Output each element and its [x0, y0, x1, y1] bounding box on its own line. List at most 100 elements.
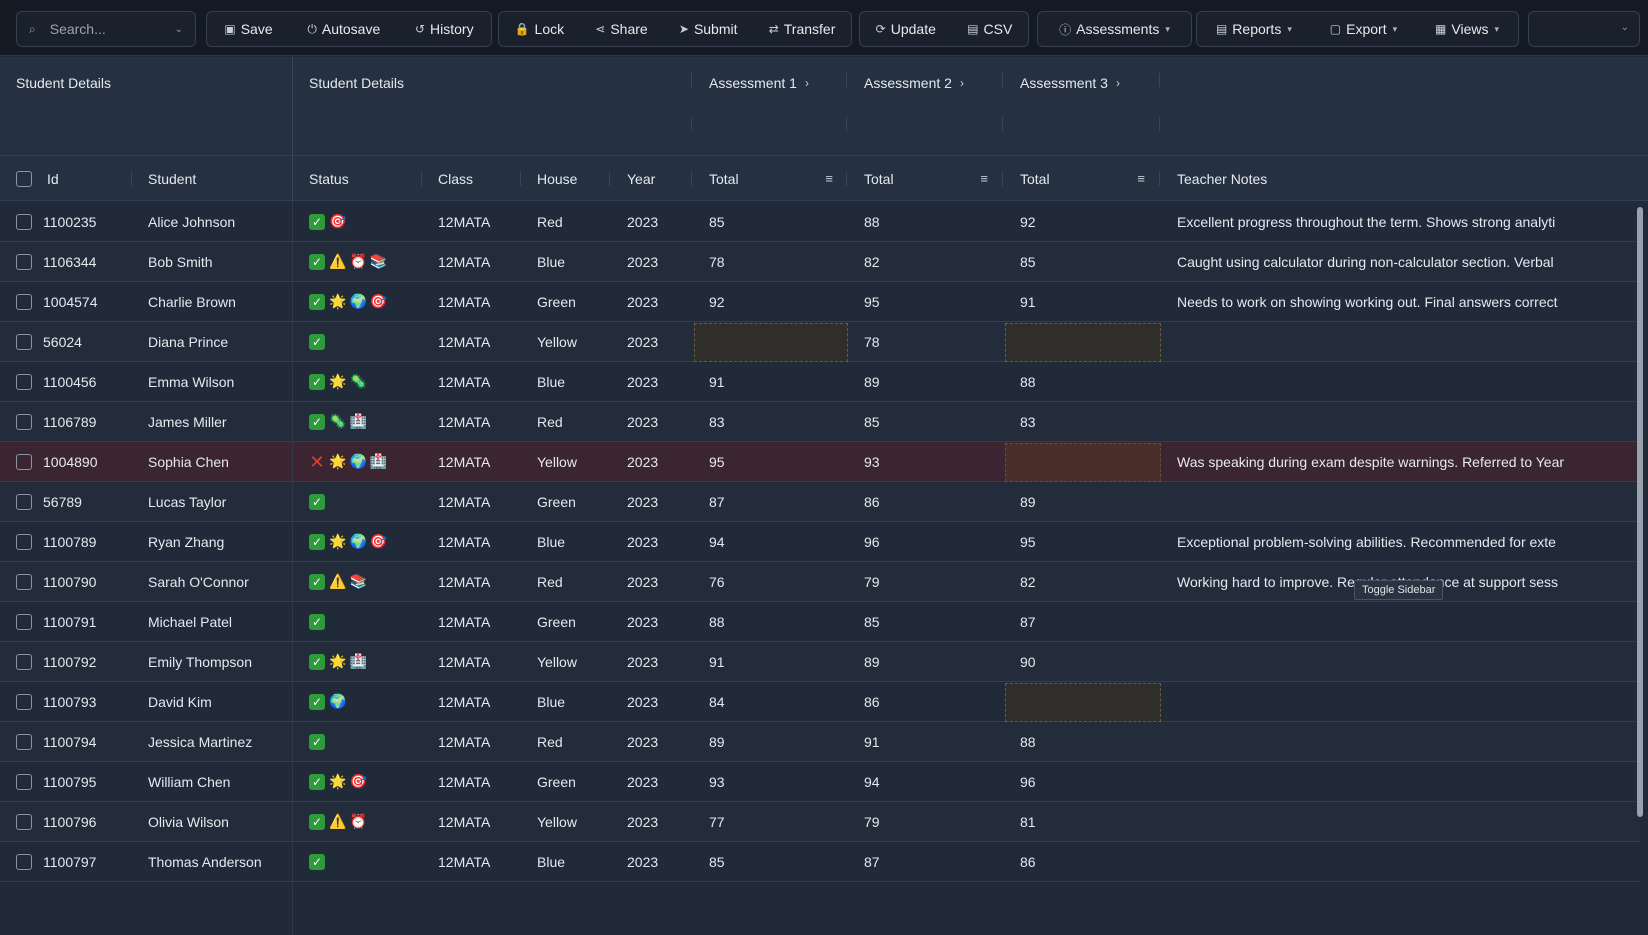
- cell-house[interactable]: Yellow: [537, 802, 607, 842]
- cell-class[interactable]: 12MATA: [438, 362, 518, 402]
- cell-year[interactable]: 2023: [627, 282, 687, 322]
- cell-year[interactable]: 2023: [627, 682, 687, 722]
- cell-teacher-notes[interactable]: Was speaking during exam despite warning…: [1177, 442, 1633, 482]
- row-checkbox[interactable]: [16, 562, 36, 602]
- cell-class[interactable]: 12MATA: [438, 642, 518, 682]
- cell-year[interactable]: 2023: [627, 522, 687, 562]
- cell-class[interactable]: 12MATA: [438, 202, 518, 242]
- table-row[interactable]: 56789 Lucas Taylor ✓ 12MATA Green 2023 87 86 89: [0, 482, 1640, 522]
- cell-status[interactable]: ✓ ⚠️ 📚: [309, 562, 419, 602]
- cell-class[interactable]: 12MATA: [438, 482, 518, 522]
- cell-id[interactable]: 1100790: [43, 562, 131, 602]
- cell-assessment-3-total[interactable]: 89: [1020, 482, 1150, 522]
- checkbox[interactable]: [16, 454, 32, 470]
- cell-year[interactable]: 2023: [627, 562, 687, 602]
- row-checkbox[interactable]: [16, 362, 36, 402]
- cell-status[interactable]: ✓ 🌟 🌍 🎯: [309, 522, 419, 562]
- cell-student[interactable]: Sarah O'Connor: [148, 562, 288, 602]
- checkbox[interactable]: [16, 254, 32, 270]
- cell-teacher-notes[interactable]: [1177, 482, 1633, 522]
- chevron-right-icon[interactable]: ›: [1116, 76, 1120, 90]
- cell-class[interactable]: 12MATA: [438, 682, 518, 722]
- save-button[interactable]: ▣ Save: [214, 12, 282, 46]
- row-checkbox[interactable]: [16, 482, 36, 522]
- cell-status[interactable]: ✓ 🌟 🎯: [309, 762, 419, 802]
- cell-student[interactable]: Emily Thompson: [148, 642, 288, 682]
- cell-year[interactable]: 2023: [627, 482, 687, 522]
- view-select[interactable]: ⌄: [1528, 11, 1640, 47]
- cell-class[interactable]: 12MATA: [438, 762, 518, 802]
- table-row[interactable]: 1100791 Michael Patel ✓ 12MATA Green 2023 88 85…: [0, 602, 1640, 642]
- group-header-assessment-3[interactable]: Assessment 3 ›: [1004, 57, 1160, 155]
- cell-house[interactable]: Red: [537, 402, 607, 442]
- cell-status[interactable]: ✕ 🌟 🌍 🏥: [309, 442, 419, 482]
- checkbox[interactable]: [16, 534, 32, 550]
- checkbox[interactable]: [16, 334, 32, 350]
- cell-student[interactable]: David Kim: [148, 682, 288, 722]
- cell-assessment-1-total[interactable]: 89: [709, 722, 839, 762]
- cell-status[interactable]: ✓ ⚠️ ⏰: [309, 802, 419, 842]
- select-all-checkbox[interactable]: [16, 156, 36, 202]
- cell-assessment-3-total[interactable]: 83: [1020, 402, 1150, 442]
- cell-status[interactable]: ✓: [309, 722, 419, 762]
- column-header-house[interactable]: House: [537, 156, 607, 202]
- cell-class[interactable]: 12MATA: [438, 562, 518, 602]
- cell-year[interactable]: 2023: [627, 322, 687, 362]
- cell-assessment-2-total[interactable]: 85: [864, 402, 994, 442]
- cell-assessment-2-total[interactable]: 86: [864, 682, 994, 722]
- table-row[interactable]: 1106789 James Miller ✓ 🦠 🏥 12MATA Red 2023 83 85 8…: [0, 402, 1640, 442]
- checkbox[interactable]: [16, 374, 32, 390]
- checkbox[interactable]: [16, 774, 32, 790]
- checkbox[interactable]: [16, 734, 32, 750]
- cell-teacher-notes[interactable]: Needs to work on showing working out. Fi…: [1177, 282, 1633, 322]
- cell-year[interactable]: 2023: [627, 722, 687, 762]
- cell-teacher-notes[interactable]: Caught using calculator during non-calcu…: [1177, 242, 1633, 282]
- row-checkbox[interactable]: [16, 522, 36, 562]
- cell-assessment-2-total[interactable]: 96: [864, 522, 994, 562]
- column-header-id[interactable]: Id: [47, 156, 131, 202]
- checkbox[interactable]: [16, 814, 32, 830]
- cell-assessment-3-total[interactable]: 95: [1020, 522, 1150, 562]
- cell-student[interactable]: Bob Smith: [148, 242, 288, 282]
- cell-status[interactable]: ✓: [309, 602, 419, 642]
- cell-teacher-notes[interactable]: Excellent progress throughout the term. …: [1177, 202, 1633, 242]
- row-checkbox[interactable]: [16, 202, 36, 242]
- column-header-status[interactable]: Status: [309, 156, 419, 202]
- row-checkbox[interactable]: [16, 682, 36, 722]
- cell-id[interactable]: 1004890: [43, 442, 131, 482]
- cell-house[interactable]: Red: [537, 722, 607, 762]
- checkbox[interactable]: [16, 494, 32, 510]
- cell-assessment-2-total[interactable]: 79: [864, 562, 994, 602]
- cell-student[interactable]: Thomas Anderson: [148, 842, 288, 882]
- row-checkbox[interactable]: [16, 762, 36, 802]
- cell-status[interactable]: ✓ 🌟 🌍 🎯: [309, 282, 419, 322]
- table-row[interactable]: 1106344 Bob Smith ✓ ⚠️ ⏰ 📚 12MATA Blue 2023 78 82 8…: [0, 242, 1640, 282]
- cell-class[interactable]: 12MATA: [438, 722, 518, 762]
- empty-score-cell[interactable]: [694, 323, 848, 362]
- empty-score-cell[interactable]: [1005, 683, 1161, 722]
- cell-assessment-2-total[interactable]: 89: [864, 642, 994, 682]
- filter-icon[interactable]: ≡: [1137, 171, 1145, 186]
- cell-id[interactable]: 1100791: [43, 602, 131, 642]
- cell-teacher-notes[interactable]: [1177, 762, 1633, 802]
- checkbox[interactable]: [16, 654, 32, 670]
- cell-class[interactable]: 12MATA: [438, 322, 518, 362]
- cell-assessment-1-total[interactable]: 91: [709, 642, 839, 682]
- cell-teacher-notes[interactable]: [1177, 722, 1633, 762]
- cell-status[interactable]: ✓ ⚠️ ⏰ 📚: [309, 242, 419, 282]
- cell-assessment-2-total[interactable]: 85: [864, 602, 994, 642]
- chevron-down-icon[interactable]: ⌄: [175, 24, 183, 35]
- cell-teacher-notes[interactable]: [1177, 842, 1633, 882]
- cell-year[interactable]: 2023: [627, 762, 687, 802]
- chevron-right-icon[interactable]: ›: [805, 76, 809, 90]
- table-row[interactable]: 1100235 Alice Johnson ✓ 🎯 12MATA Red 2023 85 88 9…: [0, 202, 1640, 242]
- table-row[interactable]: 1100796 Olivia Wilson ✓ ⚠️ ⏰ 12MATA Yellow 2023…: [0, 802, 1640, 842]
- cell-class[interactable]: 12MATA: [438, 402, 518, 442]
- cell-id[interactable]: 1100793: [43, 682, 131, 722]
- share-button[interactable]: ⋖ Share: [585, 12, 657, 46]
- cell-assessment-3-total[interactable]: 92: [1020, 202, 1150, 242]
- csv-button[interactable]: ▤ CSV: [957, 12, 1022, 46]
- cell-assessment-1-total[interactable]: 78: [709, 242, 839, 282]
- row-checkbox[interactable]: [16, 322, 36, 362]
- cell-year[interactable]: 2023: [627, 442, 687, 482]
